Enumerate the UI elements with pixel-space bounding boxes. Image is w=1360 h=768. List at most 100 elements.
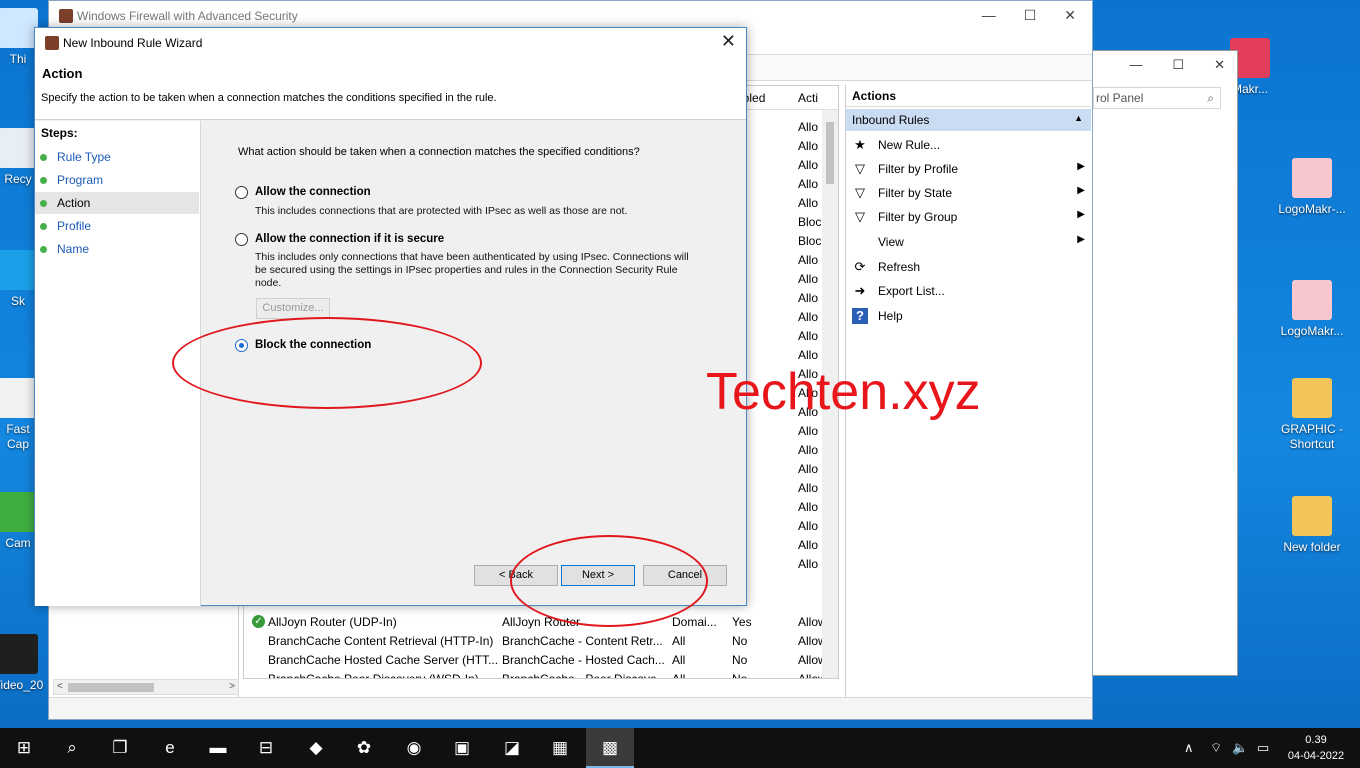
action-filter-by-state[interactable]: ▽ Filter by State ▶	[846, 181, 1091, 205]
action-label: View	[878, 235, 904, 249]
option-label[interactable]: Allow the connection	[255, 186, 371, 198]
status-bar	[49, 697, 1092, 719]
column-action[interactable]: Acti	[798, 91, 818, 105]
chevron-up-icon[interactable]: ∧	[1184, 728, 1194, 768]
shortcut-icon	[0, 634, 38, 674]
task-view-icon[interactable]: ❐	[96, 728, 144, 768]
action-filter-by-profile[interactable]: ▽ Filter by Profile ▶	[846, 157, 1091, 181]
edge-icon[interactable]: e	[146, 728, 194, 768]
actions-header: Actions	[846, 85, 1091, 107]
background-window[interactable]: — ☐ ✕ rol Panel ⌕	[1092, 50, 1238, 676]
rule-profile: All	[672, 634, 686, 648]
firewall-icon[interactable]: ▩	[586, 728, 634, 768]
windows-start-icon[interactable]: ⊞	[0, 728, 48, 768]
table-row[interactable]: BranchCache Content Retrieval (HTTP-In) B…	[244, 632, 838, 651]
network-app-icon[interactable]: ▣	[438, 728, 486, 768]
table-row[interactable]: BranchCache Hosted Cache Server (HTT... B…	[244, 651, 838, 670]
rule-profile: All	[672, 672, 686, 679]
desktop-icon[interactable]: GRAPHIC - Shortcut	[1272, 378, 1352, 452]
step-profile[interactable]: Profile	[35, 215, 199, 237]
action-help[interactable]: ? Help	[846, 304, 1091, 328]
notification-icon[interactable]: ▭	[1257, 728, 1269, 768]
step-label[interactable]: Rule Type	[57, 150, 111, 164]
step-label[interactable]: Program	[57, 173, 103, 187]
radio-button[interactable]	[235, 233, 248, 246]
maximize-button[interactable]: ☐	[1172, 57, 1184, 73]
minimize-button[interactable]: —	[982, 7, 996, 24]
filter-icon: ▽	[855, 185, 865, 200]
filter-icon: ▽	[855, 209, 865, 224]
table-row[interactable]: ✓ AllJoyn Router (UDP-In) AllJoyn Router Do…	[244, 613, 838, 632]
notes-icon[interactable]: ◪	[488, 728, 536, 768]
step-name[interactable]: Name	[35, 238, 199, 260]
rule-enabled: No	[732, 653, 748, 667]
section-label: Inbound Rules	[852, 113, 930, 127]
app-icon[interactable]: ◆	[292, 728, 340, 768]
desktop-icon[interactable]: New folder	[1272, 496, 1352, 555]
shortcut-icon	[0, 250, 38, 290]
desktop-icon[interactable]: LogoMakr-...	[1272, 158, 1352, 217]
action-cell: Allo	[798, 481, 819, 495]
highlight-ellipse-next	[510, 535, 708, 627]
close-button[interactable]: ✕	[1064, 7, 1076, 24]
desktop-icon[interactable]: LogoMakr...	[1272, 280, 1352, 339]
inbound-rules-section[interactable]: Inbound Rules ▲	[846, 109, 1091, 131]
close-button[interactable]: ✕	[1214, 57, 1225, 73]
table-row[interactable]: BranchCache Peer Discovery (WSD-In) Branc…	[244, 670, 838, 679]
new-rule-icon: ★	[854, 137, 866, 152]
step-status-icon	[40, 154, 47, 161]
wizard-header: Action Specify the action to be taken wh…	[35, 58, 746, 120]
action-cell: Allo	[798, 538, 819, 552]
submenu-arrow-icon: ▶	[1077, 185, 1085, 196]
store-icon[interactable]: ⊟	[242, 728, 290, 768]
volume-icon[interactable]: 🔈	[1232, 728, 1248, 768]
action-new-rule[interactable]: ★ New Rule...	[846, 133, 1091, 157]
collapse-icon[interactable]: ▲	[1074, 113, 1083, 123]
rule-action: Allow	[798, 653, 822, 667]
new-inbound-rule-wizard[interactable]: New Inbound Rule Wizard ✕ Action Specify…	[34, 27, 747, 606]
step-label[interactable]: Name	[57, 242, 89, 256]
wifi-icon[interactable]: ⌔	[1210, 728, 1222, 768]
search-icon[interactable]: ⌕	[1207, 91, 1214, 106]
horizontal-scrollbar[interactable]: < >	[53, 679, 239, 695]
action-filter-by-group[interactable]: ▽ Filter by Group ▶	[846, 205, 1091, 229]
option-label[interactable]: Allow the connection if it is secure	[255, 233, 444, 245]
search-icon[interactable]: ⌕	[48, 728, 96, 768]
step-label[interactable]: Action	[57, 196, 90, 210]
step-action[interactable]: Action	[35, 192, 199, 214]
uc-browser-icon[interactable]: ✿	[340, 728, 388, 768]
scroll-thumb[interactable]	[68, 683, 154, 692]
close-button[interactable]: ✕	[721, 31, 736, 52]
scroll-thumb[interactable]	[826, 122, 834, 184]
action-label: Refresh	[878, 260, 921, 274]
control-panel-icon[interactable]: ▦	[536, 728, 584, 768]
minimize-button[interactable]: —	[1129, 57, 1142, 73]
step-rule-type[interactable]: Rule Type	[35, 146, 199, 168]
customize-button[interactable]: Customize...	[256, 298, 330, 319]
scroll-right-arrow[interactable]: >	[229, 681, 235, 692]
action-refresh[interactable]: ⟳ Refresh	[846, 255, 1091, 279]
radio-button[interactable]	[235, 186, 248, 199]
scroll-left-arrow[interactable]: <	[57, 681, 63, 692]
action-cell: Allo	[798, 196, 819, 210]
shortcut-icon	[0, 378, 38, 418]
wizard-titlebar[interactable]: New Inbound Rule Wizard ✕	[35, 28, 746, 58]
action-export-list[interactable]: ➜ Export List...	[846, 279, 1091, 303]
rule-enabled: No	[732, 634, 748, 648]
action-view[interactable]: View ▶	[846, 230, 1091, 254]
option-description: This includes only connections that have…	[255, 251, 689, 289]
export-icon: ➜	[854, 283, 866, 298]
desktop-icon-label: GRAPHIC - Shortcut	[1280, 422, 1343, 451]
chrome-icon[interactable]: ◉	[390, 728, 438, 768]
maximize-button[interactable]: ☐	[1024, 7, 1037, 24]
search-input[interactable]: rol Panel ⌕	[1093, 87, 1221, 109]
submenu-arrow-icon: ▶	[1077, 234, 1085, 245]
step-program[interactable]: Program	[35, 169, 199, 191]
action-label: Filter by State	[878, 186, 953, 200]
action-cell: Allo	[798, 443, 819, 457]
file-explorer-icon[interactable]: ▬	[194, 728, 242, 768]
page-title: Action	[42, 66, 83, 81]
clock[interactable]: 0.39 04-04-2022	[1284, 732, 1348, 764]
step-label[interactable]: Profile	[57, 219, 91, 233]
time: 0.39	[1305, 734, 1327, 746]
